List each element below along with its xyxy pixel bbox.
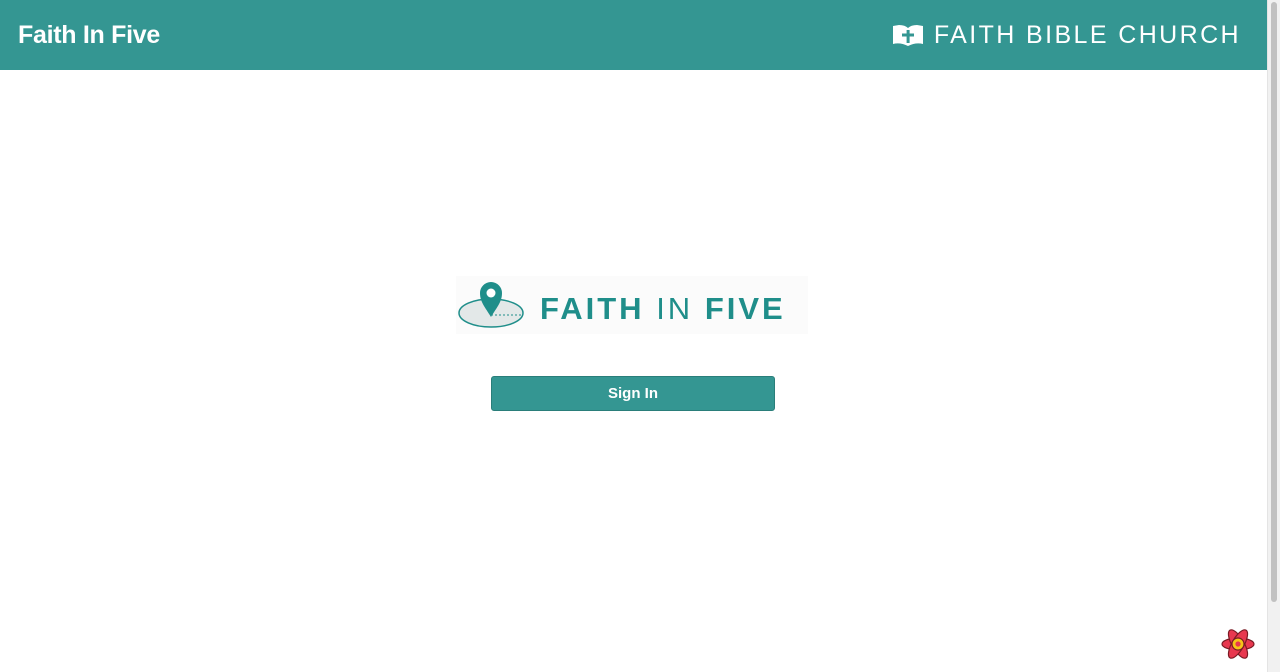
logo-word-faith: FAITH — [540, 290, 645, 326]
vertical-scrollbar[interactable] — [1267, 0, 1280, 672]
react-devtools-icon[interactable] — [1220, 626, 1256, 662]
church-brand[interactable]: FAITH BIBLE CHURCH — [892, 21, 1241, 50]
app-title[interactable]: Faith In Five — [18, 21, 160, 50]
church-name: FAITH BIBLE CHURCH — [933, 20, 1241, 49]
logo-word-in: IN — [656, 290, 694, 326]
logo-wordmark: FAITH IN FIVE — [540, 287, 786, 324]
top-header: Faith In Five FAITH BIBLE CHURCH — [0, 0, 1267, 70]
page: Faith In Five FAITH BIBLE CHURCH FAITH I… — [0, 0, 1280, 672]
open-book-cross-icon — [892, 25, 923, 46]
logo-word-five: FIVE — [704, 290, 786, 326]
map-pin-icon — [458, 282, 524, 328]
sign-in-button[interactable]: Sign In — [491, 376, 775, 411]
faith-in-five-logo: FAITH IN FIVE — [456, 276, 808, 334]
scrollbar-thumb[interactable] — [1271, 2, 1277, 602]
